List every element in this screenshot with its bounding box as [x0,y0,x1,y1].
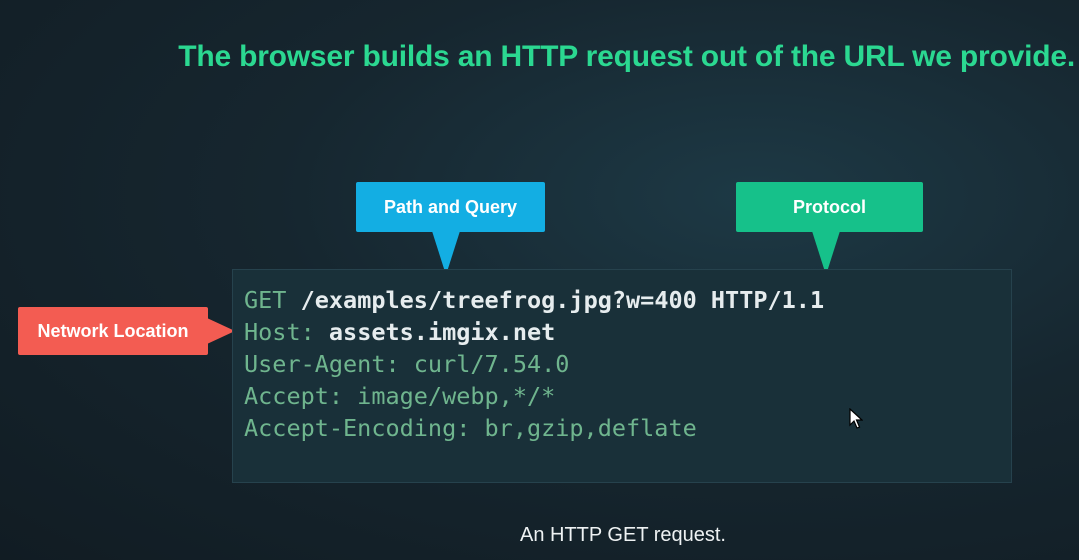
user-agent-header: User-Agent: curl/7.54.0 [244,350,570,378]
http-request-code-block: GET /examples/treefrog.jpg?w=400 HTTP/1.… [232,269,1012,483]
host-header: Host: assets.imgix.net [244,316,555,348]
mouse-pointer-icon [849,407,864,435]
request-target: /examples/treefrog.jpg?w=400 HTTP/1.1 [300,286,825,314]
host-header-key: Host: [244,318,315,346]
slide-title: The browser builds an HTTP request out o… [178,40,1075,73]
request-line: GET /examples/treefrog.jpg?w=400 HTTP/1.… [244,284,824,316]
host-header-value: assets.imgix.net [328,318,556,346]
network-location-callout: Network Location [18,307,208,355]
accept-encoding-header: Accept-Encoding: br,gzip,deflate [244,414,697,442]
accept-header: Accept: image/webp,*/* [244,382,556,410]
network-location-pointer [207,318,235,344]
protocol-callout: Protocol [736,182,923,232]
path-and-query-callout: Path and Query [356,182,545,232]
slide-caption: An HTTP GET request. [519,524,726,546]
request-method: GET [244,286,287,314]
